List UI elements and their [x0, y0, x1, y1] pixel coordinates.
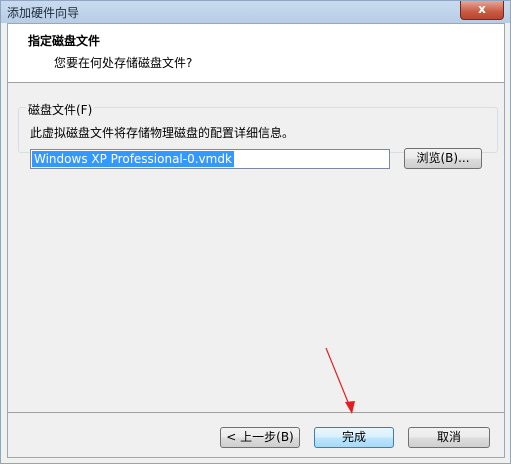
close-button[interactable]: x — [460, 1, 504, 20]
close-icon: x — [478, 2, 486, 16]
title-bar[interactable]: 添加硬件向导 x — [1, 1, 510, 23]
cancel-button[interactable]: 取消 — [408, 427, 490, 448]
disk-file-description: 此虚拟磁盘文件将存储物理磁盘的配置详细信息。 — [30, 126, 295, 140]
page-title: 指定磁盘文件 — [28, 34, 101, 48]
browse-button[interactable]: 浏览(B)... — [404, 148, 482, 169]
wizard-client-area: 指定磁盘文件 您要在何处存储磁盘文件? 磁盘文件(F) 此虚拟磁盘文件将存储物理… — [7, 23, 505, 458]
back-button[interactable]: < 上一步(B) — [220, 427, 300, 448]
footer-divider — [8, 412, 504, 413]
window-title: 添加硬件向导 — [7, 6, 80, 20]
wizard-header: 指定磁盘文件 您要在何处存储磁盘文件? — [8, 24, 504, 83]
disk-file-path-value[interactable]: Windows XP Professional-0.vmdk — [32, 151, 234, 167]
wizard-window: 添加硬件向导 x 指定磁盘文件 您要在何处存储磁盘文件? 磁盘文件(F) 此虚拟… — [0, 0, 511, 464]
finish-button[interactable]: 完成 — [314, 427, 394, 448]
disk-file-group-label: 磁盘文件(F) — [26, 101, 95, 118]
page-subtitle: 您要在何处存储磁盘文件? — [54, 56, 193, 70]
